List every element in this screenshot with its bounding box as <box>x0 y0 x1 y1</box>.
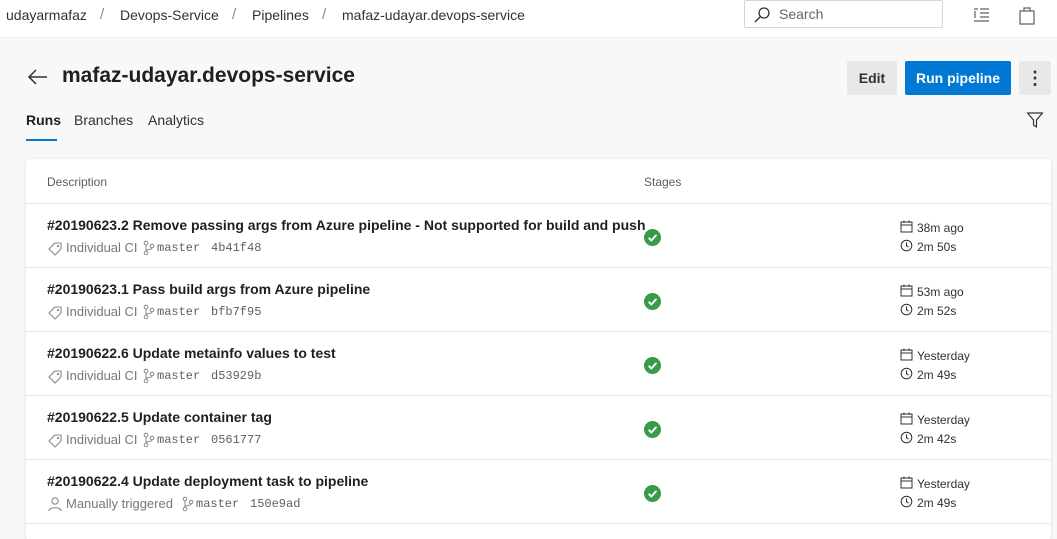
breadcrumb-pipeline[interactable]: mafaz-udayar.devops-service <box>342 7 525 23</box>
run-time: 38m ago <box>917 221 964 235</box>
clock-icon <box>900 367 913 380</box>
breadcrumb-project[interactable]: Devops-Service <box>120 7 219 23</box>
stage-success-icon[interactable] <box>644 421 661 438</box>
run-trigger: Individual CI <box>66 432 138 447</box>
person-icon <box>48 497 62 512</box>
run-duration: 2m 49s <box>917 496 957 510</box>
run-title[interactable]: #20190623.1 Pass build args from Azure p… <box>47 281 370 297</box>
calendar-icon <box>900 476 913 489</box>
breadcrumb-organization[interactable]: udayarmafaz <box>6 7 87 23</box>
tag-icon <box>48 242 62 256</box>
run-commit: 4b41f48 <box>211 241 262 255</box>
run-duration: 2m 52s <box>917 304 957 318</box>
table-row[interactable]: #20190622.4 Update deployment task to pi… <box>26 460 1051 524</box>
branch-icon <box>143 304 155 320</box>
tag-icon <box>48 370 62 384</box>
breadcrumb-separator: / <box>232 6 237 23</box>
calendar-icon <box>900 348 913 361</box>
edit-button[interactable]: Edit <box>847 61 897 95</box>
page-title: mafaz-udayar.devops-service <box>62 64 355 87</box>
branch-icon <box>143 240 155 256</box>
run-pipeline-button[interactable]: Run pipeline <box>905 61 1011 95</box>
run-time: 53m ago <box>917 285 964 299</box>
branch-icon <box>182 496 194 512</box>
branch-icon <box>143 432 155 448</box>
clock-icon <box>900 239 913 252</box>
run-commit: d53929b <box>211 369 262 383</box>
run-branch: master <box>157 305 201 319</box>
calendar-icon <box>900 284 913 297</box>
run-branch: master <box>157 433 201 447</box>
breadcrumb-separator: / <box>322 6 327 23</box>
breadcrumb-separator: / <box>100 6 105 23</box>
run-trigger: Individual CI <box>66 368 138 383</box>
run-title[interactable]: #20190622.6 Update metainfo values to te… <box>47 345 336 361</box>
more-actions-button[interactable]: ⋮ <box>1019 61 1051 95</box>
shopping-bag-icon[interactable] <box>1016 4 1038 26</box>
search-input[interactable] <box>779 5 934 23</box>
settings-list-icon[interactable] <box>970 4 992 26</box>
calendar-icon <box>900 412 913 425</box>
run-time: Yesterday <box>917 349 970 363</box>
table-row[interactable]: #20190622.5 Update container tag Individu… <box>26 396 1051 460</box>
branch-icon <box>143 368 155 384</box>
run-trigger: Individual CI <box>66 304 138 319</box>
active-tab-indicator <box>26 139 57 141</box>
tag-icon <box>48 306 62 320</box>
clock-icon <box>900 495 913 508</box>
table-row[interactable]: #20190623.2 Remove passing args from Azu… <box>26 204 1051 268</box>
run-time: Yesterday <box>917 413 970 427</box>
search-box[interactable] <box>744 0 943 28</box>
run-trigger: Individual CI <box>66 240 138 255</box>
top-bar: udayarmafaz / Devops-Service / Pipelines… <box>0 0 1057 38</box>
run-duration: 2m 50s <box>917 240 957 254</box>
run-title[interactable]: #20190622.4 Update deployment task to pi… <box>47 473 368 489</box>
tag-icon <box>48 434 62 448</box>
search-icon <box>754 7 770 23</box>
run-title[interactable]: #20190623.2 Remove passing args from Azu… <box>47 217 646 233</box>
run-commit: 0561777 <box>211 433 262 447</box>
runs-table: Description Stages #20190623.2 Remove pa… <box>26 159 1051 539</box>
breadcrumb-pipelines[interactable]: Pipelines <box>252 7 309 23</box>
run-duration: 2m 49s <box>917 368 957 382</box>
run-time: Yesterday <box>917 477 970 491</box>
stage-success-icon[interactable] <box>644 485 661 502</box>
run-title[interactable]: #20190622.5 Update container tag <box>47 409 272 425</box>
column-header-stages: Stages <box>644 175 682 189</box>
tab-branches[interactable]: Branches <box>74 112 133 128</box>
clock-icon <box>900 431 913 444</box>
filter-icon[interactable] <box>1026 111 1044 129</box>
table-row[interactable]: #20190622.6 Update metainfo values to te… <box>26 332 1051 396</box>
run-commit: 150e9ad <box>250 497 301 511</box>
column-header-description: Description <box>47 175 108 189</box>
stage-success-icon[interactable] <box>644 293 661 310</box>
run-branch: master <box>157 241 201 255</box>
table-row[interactable]: #20190623.1 Pass build args from Azure p… <box>26 268 1051 332</box>
calendar-icon <box>900 220 913 233</box>
run-branch: master <box>196 497 240 511</box>
back-arrow-icon[interactable] <box>26 66 50 88</box>
tab-runs[interactable]: Runs <box>26 112 61 128</box>
tab-analytics[interactable]: Analytics <box>148 112 204 128</box>
stage-success-icon[interactable] <box>644 229 661 246</box>
run-trigger: Manually triggered <box>66 496 173 511</box>
clock-icon <box>900 303 913 316</box>
stage-success-icon[interactable] <box>644 357 661 374</box>
run-commit: bfb7f95 <box>211 305 262 319</box>
run-duration: 2m 42s <box>917 432 957 446</box>
run-branch: master <box>157 369 201 383</box>
